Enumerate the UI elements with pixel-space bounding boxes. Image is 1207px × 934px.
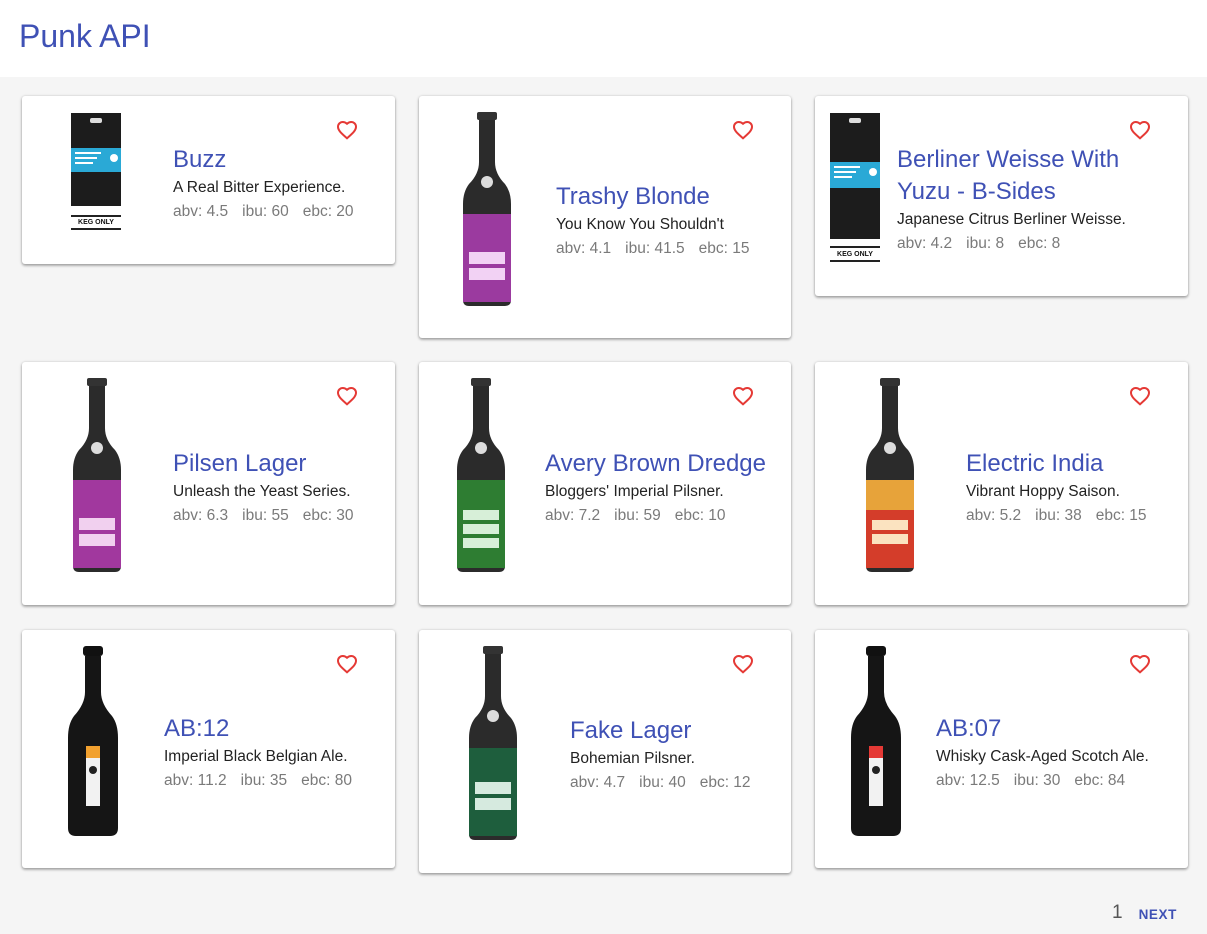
current-page-number: 1	[1112, 902, 1123, 923]
beer-stats: abv: 5.2 ibu: 38 ebc: 15	[966, 505, 1147, 527]
beer-info: Buzz A Real Bitter Experience. abv: 4.5 i…	[173, 144, 354, 223]
beer-card-berliner-weisse[interactable]: KEG ONLY Berliner Weisse With Yuzu - B-S…	[815, 96, 1188, 296]
beer-info: Berliner Weisse With Yuzu - B-Sides Japa…	[897, 144, 1126, 255]
beer-name: Electric India	[966, 450, 1104, 477]
ibu-value: ibu: 41.5	[625, 240, 685, 257]
ebc-value: ebc: 10	[674, 507, 726, 524]
beer-name: Pilsen Lager	[173, 450, 307, 477]
beer-info: Avery Brown Dredge Bloggers' Imperial Pi…	[545, 448, 766, 527]
favorite-heart-icon[interactable]	[1128, 652, 1152, 676]
beer-info: AB:07 Whisky Cask-Aged Scotch Ale. abv: …	[936, 713, 1149, 792]
beer-stats: abv: 11.2 ibu: 35 ebc: 80	[164, 770, 352, 792]
ebc-value: ebc: 80	[301, 772, 353, 789]
beer-tagline: Bohemian Pilsner.	[570, 750, 695, 767]
abv-value: abv: 4.2	[897, 235, 953, 252]
abv-value: abv: 4.5	[173, 203, 229, 220]
favorite-heart-icon[interactable]	[335, 652, 359, 676]
ibu-value: ibu: 30	[1013, 772, 1061, 789]
beer-stats: abv: 4.2 ibu: 8 ebc: 8	[897, 233, 1126, 255]
abv-value: abv: 4.1	[556, 240, 612, 257]
ibu-value: ibu: 55	[242, 507, 289, 524]
ebc-value: ebc: 20	[302, 203, 354, 220]
beer-stats: abv: 7.2 ibu: 59 ebc: 10	[545, 505, 766, 527]
next-page-button[interactable]: NEXT	[1139, 904, 1177, 922]
beer-info: Pilsen Lager Unleash the Yeast Series. a…	[173, 448, 354, 527]
beer-tagline: Whisky Cask-Aged Scotch Ale.	[936, 748, 1149, 765]
abv-value: abv: 6.3	[173, 507, 229, 524]
beer-bottle-image	[71, 378, 123, 574]
abv-value: abv: 4.7	[570, 774, 626, 791]
beer-stats: abv: 12.5 ibu: 30 ebc: 84	[936, 770, 1149, 792]
ebc-value: ebc: 30	[302, 507, 354, 524]
favorite-heart-icon[interactable]	[335, 118, 359, 142]
beer-image: KEG ONLY	[70, 112, 124, 232]
ebc-value: ebc: 8	[1018, 235, 1061, 252]
beer-card-avery-brown-dredge[interactable]: Avery Brown Dredge Bloggers' Imperial Pi…	[419, 362, 791, 605]
beer-bottle-image	[455, 378, 507, 574]
ebc-value: ebc: 15	[698, 240, 750, 257]
beer-name-line-1: Berliner Weisse With	[897, 146, 1120, 173]
beer-card-pilsen-lager[interactable]: Pilsen Lager Unleash the Yeast Series. a…	[22, 362, 395, 605]
beer-name: Buzz	[173, 146, 227, 173]
beer-info: AB:12 Imperial Black Belgian Ale. abv: 1…	[164, 713, 352, 792]
beer-name: Avery Brown Dredge	[545, 450, 766, 477]
abv-value: abv: 7.2	[545, 507, 601, 524]
ebc-value: ebc: 15	[1095, 507, 1147, 524]
beer-name: AB:07	[936, 715, 1002, 742]
ebc-value: ebc: 12	[699, 774, 751, 791]
beer-card-ab07[interactable]: AB:07 Whisky Cask-Aged Scotch Ale. abv: …	[815, 630, 1188, 868]
beer-card-fake-lager[interactable]: Fake Lager Bohemian Pilsner. abv: 4.7 ibu…	[419, 630, 791, 873]
beer-tagline: Japanese Citrus Berliner Weisse.	[897, 211, 1126, 228]
abv-value: abv: 5.2	[966, 507, 1022, 524]
beer-tagline: You Know You Shouldn't	[556, 216, 724, 233]
beer-name: Trashy Blonde	[556, 183, 710, 210]
favorite-heart-icon[interactable]	[1128, 118, 1152, 142]
ibu-value: ibu: 35	[240, 772, 288, 789]
abv-value: abv: 11.2	[164, 772, 227, 789]
favorite-heart-icon[interactable]	[335, 384, 359, 408]
beer-bottle-image	[461, 112, 513, 308]
beer-stats: abv: 4.5 ibu: 60 ebc: 20	[173, 201, 354, 223]
beer-bottle-image	[467, 646, 519, 842]
ibu-value: ibu: 60	[242, 203, 289, 220]
keg-only-text: KEG ONLY	[837, 251, 873, 258]
black-bottle-image	[849, 646, 903, 838]
black-bottle-image	[66, 646, 120, 838]
beer-tagline: Unleash the Yeast Series.	[173, 483, 351, 500]
favorite-heart-icon[interactable]	[731, 384, 755, 408]
beer-card-buzz[interactable]: KEG ONLY Buzz A Real Bitter Experience. …	[22, 96, 395, 264]
favorite-heart-icon[interactable]	[731, 118, 755, 142]
beer-info: Fake Lager Bohemian Pilsner. abv: 4.7 ibu…	[570, 715, 751, 794]
app-header: Punk API	[0, 0, 1207, 77]
beer-tagline: Vibrant Hoppy Saison.	[966, 483, 1120, 500]
ibu-value: ibu: 59	[614, 507, 661, 524]
favorite-heart-icon[interactable]	[1128, 384, 1152, 408]
keg-only-text: KEG ONLY	[78, 219, 114, 226]
app-title: Punk API	[19, 18, 151, 54]
beer-stats: abv: 6.3 ibu: 55 ebc: 30	[173, 505, 354, 527]
ebc-value: ebc: 84	[1074, 772, 1126, 789]
beer-name: AB:12	[164, 715, 230, 742]
beer-tagline: A Real Bitter Experience.	[173, 179, 346, 196]
beer-card-electric-india[interactable]: Electric India Vibrant Hoppy Saison. abv…	[815, 362, 1188, 605]
pagination: 1 NEXT	[1112, 900, 1177, 926]
beer-name-line-2: Yuzu - B-Sides	[897, 178, 1056, 205]
beer-tagline: Imperial Black Belgian Ale.	[164, 748, 348, 765]
abv-value: abv: 12.5	[936, 772, 1000, 789]
beer-image: KEG ONLY	[829, 112, 883, 264]
ibu-value: ibu: 40	[639, 774, 686, 791]
beer-tagline: Bloggers' Imperial Pilsner.	[545, 483, 724, 500]
beer-card-ab12[interactable]: AB:12 Imperial Black Belgian Ale. abv: 1…	[22, 630, 395, 868]
beer-info: Trashy Blonde You Know You Shouldn't abv…	[556, 181, 749, 260]
beer-card-trashy-blonde[interactable]: Trashy Blonde You Know You Shouldn't abv…	[419, 96, 791, 338]
beer-bottle-image	[864, 378, 916, 574]
favorite-heart-icon[interactable]	[731, 652, 755, 676]
beer-stats: abv: 4.7 ibu: 40 ebc: 12	[570, 772, 751, 794]
beer-info: Electric India Vibrant Hoppy Saison. abv…	[966, 448, 1147, 527]
ibu-value: ibu: 8	[966, 235, 1005, 252]
beer-name: Fake Lager	[570, 717, 692, 744]
ibu-value: ibu: 38	[1035, 507, 1082, 524]
beer-stats: abv: 4.1 ibu: 41.5 ebc: 15	[556, 238, 749, 260]
